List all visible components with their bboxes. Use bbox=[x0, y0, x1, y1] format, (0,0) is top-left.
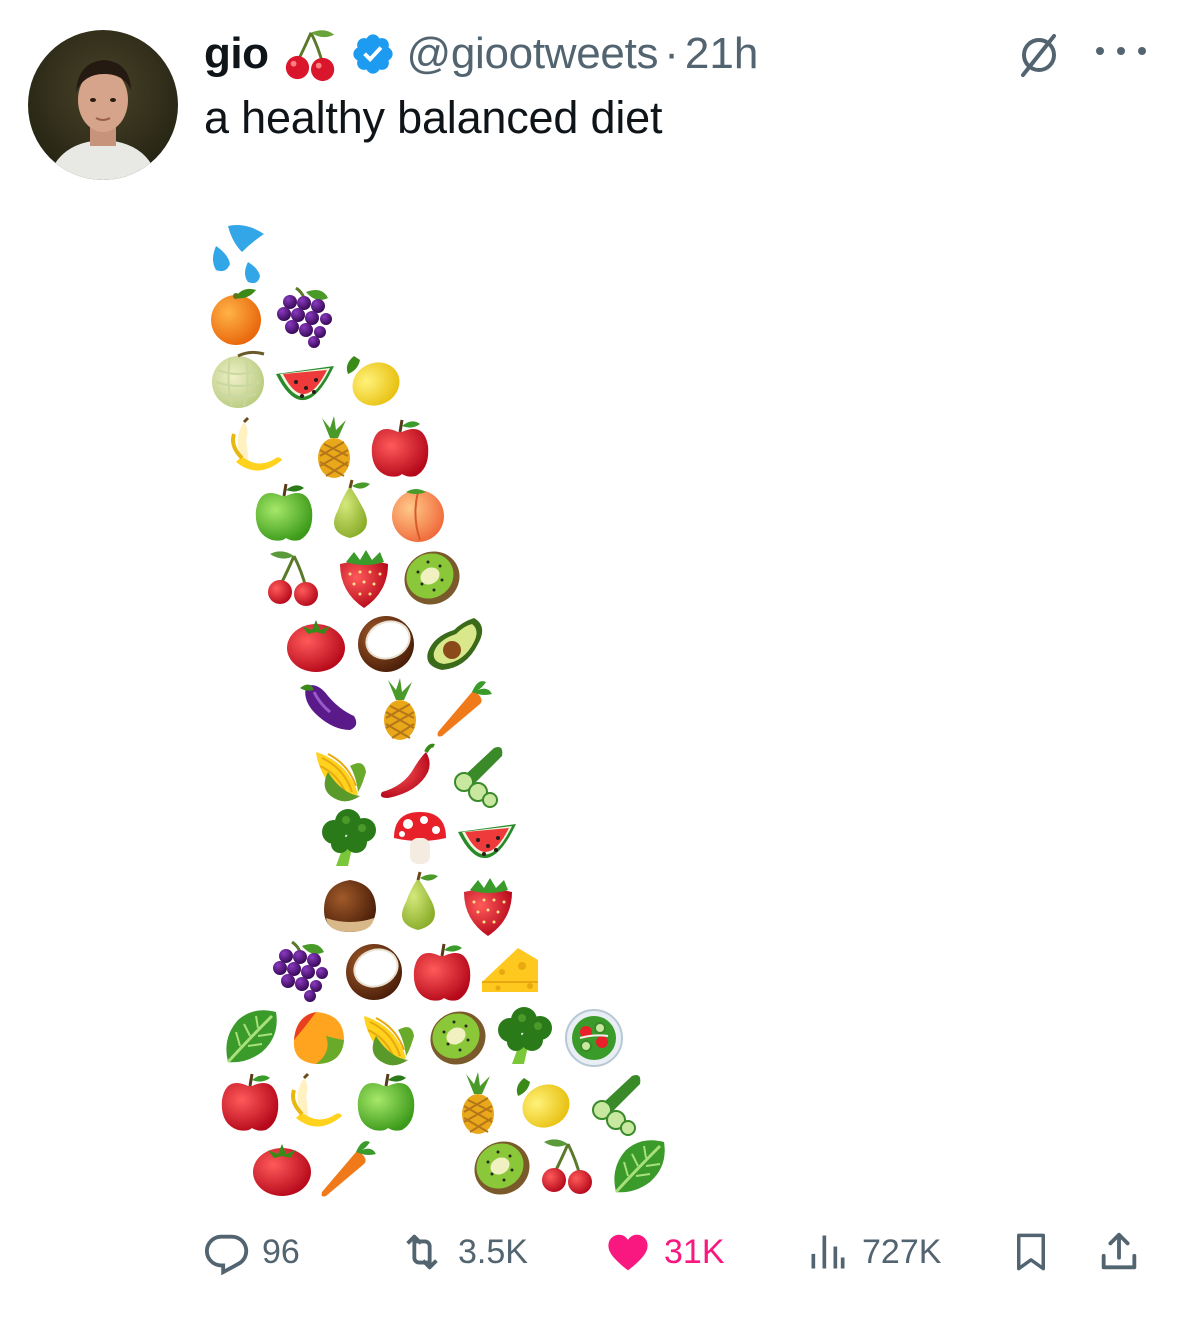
melon-icon bbox=[210, 350, 266, 410]
pineapple-icon bbox=[461, 1071, 495, 1135]
reply-count: 96 bbox=[262, 1232, 300, 1271]
chestnut-icon bbox=[324, 880, 376, 932]
avocado-icon bbox=[427, 618, 483, 670]
views-icon bbox=[811, 1235, 845, 1269]
bookmark-button[interactable] bbox=[1010, 1222, 1052, 1282]
leafy-green-icon bbox=[224, 1008, 279, 1064]
repost-button[interactable]: 3.5K bbox=[398, 1222, 528, 1282]
banana-icon bbox=[291, 1072, 344, 1129]
reply-button[interactable]: 96 bbox=[204, 1222, 300, 1282]
like-count: 31K bbox=[664, 1232, 725, 1271]
tomato-icon bbox=[287, 620, 345, 672]
watermelon-icon bbox=[458, 824, 516, 859]
broccoli-icon bbox=[322, 809, 376, 866]
heart-icon bbox=[608, 1234, 648, 1271]
leafy-green-icon bbox=[612, 1138, 667, 1194]
hot-pepper-icon bbox=[378, 743, 436, 800]
views-count: 727K bbox=[862, 1232, 942, 1271]
display-name[interactable]: gio bbox=[204, 29, 269, 79]
coconut-icon bbox=[345, 942, 404, 1001]
reply-icon bbox=[205, 1234, 249, 1275]
more-icon[interactable] bbox=[1090, 36, 1152, 66]
carrot-icon bbox=[437, 681, 492, 737]
lemon-icon bbox=[345, 354, 407, 414]
watermelon-icon bbox=[276, 366, 334, 401]
like-button[interactable]: 31K bbox=[604, 1222, 725, 1282]
action-bar: 96 3.5K 31K 727K bbox=[0, 1222, 1179, 1282]
red-apple-icon bbox=[370, 418, 430, 479]
handle[interactable]: @giootweets bbox=[406, 29, 658, 79]
strawberry-icon bbox=[464, 878, 512, 936]
pineapple-icon bbox=[383, 677, 417, 741]
avatar[interactable] bbox=[28, 30, 178, 180]
broccoli-icon bbox=[498, 1007, 552, 1064]
timestamp[interactable]: 21h bbox=[685, 29, 758, 79]
mushroom-icon bbox=[394, 812, 446, 864]
red-apple-icon bbox=[220, 1072, 280, 1133]
red-apple-icon bbox=[412, 942, 472, 1003]
verified-badge-icon[interactable] bbox=[350, 31, 396, 77]
cherries-icon bbox=[540, 1137, 594, 1196]
strawberry-icon bbox=[340, 550, 388, 608]
cheese-icon bbox=[481, 947, 539, 993]
pear-icon bbox=[400, 870, 440, 932]
share-button[interactable] bbox=[1096, 1222, 1142, 1282]
repost-count: 3.5K bbox=[458, 1232, 528, 1271]
tweet-text: a healthy balanced diet bbox=[204, 92, 663, 143]
share-icon bbox=[1101, 1232, 1137, 1270]
carrot-icon bbox=[321, 1141, 376, 1197]
pineapple-icon bbox=[317, 415, 351, 479]
grok-icon[interactable] bbox=[1014, 30, 1064, 80]
cherries-icon bbox=[266, 549, 320, 608]
cherries-icon bbox=[286, 30, 335, 82]
cucumber-icon bbox=[454, 746, 504, 808]
views-button[interactable]: 727K bbox=[806, 1222, 941, 1282]
banana-icon bbox=[231, 416, 284, 473]
sweat-droplets-icon bbox=[213, 225, 264, 284]
tomato-icon bbox=[253, 1144, 311, 1196]
tweet-header: gio @giootweets · 21h bbox=[204, 24, 758, 84]
bookmark-icon bbox=[1017, 1233, 1045, 1271]
kiwi-icon bbox=[420, 1001, 496, 1075]
emoji-art bbox=[210, 225, 667, 1205]
mango-icon bbox=[293, 1012, 344, 1064]
kiwi-icon bbox=[394, 541, 470, 615]
kiwi-icon bbox=[464, 1131, 540, 1205]
grapes-icon bbox=[275, 286, 334, 350]
corn-icon bbox=[363, 1015, 415, 1067]
coconut-icon bbox=[357, 614, 416, 673]
tangerine-icon bbox=[211, 288, 261, 345]
grapes-icon bbox=[271, 940, 330, 1004]
green-apple-icon bbox=[356, 1072, 416, 1133]
lemon-icon bbox=[515, 1076, 577, 1136]
salad-icon bbox=[565, 1009, 623, 1067]
repost-icon bbox=[406, 1234, 438, 1270]
peach-icon bbox=[391, 488, 445, 543]
separator-dot: · bbox=[664, 29, 679, 78]
green-apple-icon bbox=[254, 482, 314, 543]
corn-icon bbox=[315, 751, 367, 803]
eggplant-icon bbox=[298, 682, 358, 732]
pear-icon bbox=[332, 478, 372, 540]
cucumber-icon bbox=[592, 1074, 642, 1136]
